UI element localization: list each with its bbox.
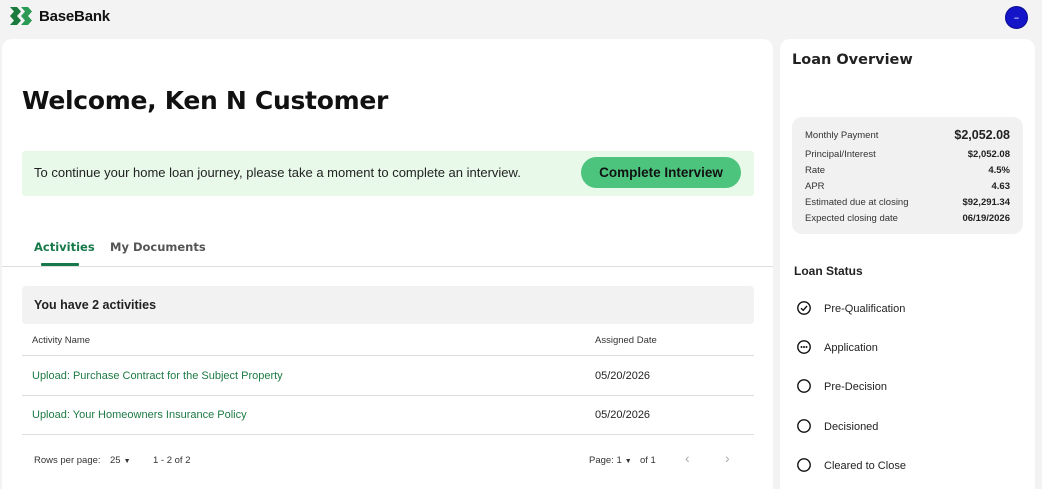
in-progress-circle-icon — [797, 340, 811, 354]
overview-value: $92,291.34 — [962, 197, 1010, 208]
brand-name: BaseBank — [39, 7, 110, 25]
overview-value: 06/19/2026 — [962, 213, 1010, 224]
status-step-decisioned: Decisioned — [796, 418, 996, 436]
table-row: Upload: Purchase Contract for the Subjec… — [22, 357, 754, 396]
loan-sidebar: Loan Overview Monthly Payment $2,052.08 … — [780, 39, 1035, 489]
basebank-logo-icon — [10, 7, 32, 25]
activities-count-title: You have 2 activities — [34, 298, 157, 312]
tab-bar: Activities My Documents — [2, 235, 773, 267]
check-circle-icon — [797, 301, 811, 315]
status-step-pre-decision: Pre-Decision — [796, 378, 996, 396]
pagination: Rows per page: 25 ▼ 1 - 2 of 2 Page: 1 ▼ o… — [22, 448, 754, 478]
column-header-activity-name[interactable]: Activity Name — [32, 335, 90, 346]
page-title: Welcome, Ken N Customer — [22, 86, 389, 115]
main-card: Welcome, Ken N Customer To continue your… — [2, 39, 773, 489]
overview-value: $2,052.08 — [967, 149, 1010, 160]
status-step-application: Application — [796, 339, 996, 357]
pagination-range: 1 - 2 of 2 — [153, 455, 191, 466]
chevron-left-icon[interactable]: ‹ — [685, 450, 690, 466]
status-step-label: Decisioned — [824, 421, 879, 433]
loan-overview-box: Monthly Payment $2,052.08 Principal/Inte… — [792, 117, 1023, 234]
overview-value: 4.5% — [988, 165, 1010, 176]
status-step-pre-qualification: Pre-Qualification — [796, 300, 996, 318]
activity-link[interactable]: Upload: Your Homeowners Insurance Policy — [32, 409, 247, 421]
overview-label: Monthly Payment — [805, 130, 879, 141]
page-select[interactable]: Page: 1 ▼ — [589, 455, 632, 466]
top-bar: BaseBank – — [0, 0, 1042, 36]
rows-per-page-value: 25 — [110, 455, 121, 466]
status-step-label: Pre-Qualification — [824, 303, 906, 315]
loan-overview-title: Loan Overview — [792, 52, 913, 68]
assigned-date: 05/20/2026 — [595, 370, 651, 382]
overview-value: 4.63 — [991, 181, 1011, 192]
empty-circle-icon — [797, 379, 811, 393]
banner-text: To continue your home loan journey, plea… — [34, 165, 521, 180]
empty-circle-icon — [797, 419, 811, 433]
column-header-assigned-date[interactable]: Assigned Date — [595, 335, 657, 346]
empty-circle-icon — [797, 458, 811, 472]
status-step-cleared-to-close: Cleared to Close — [796, 457, 996, 475]
overview-value: $2,052.08 — [954, 128, 1010, 142]
complete-interview-button[interactable]: Complete Interview — [581, 157, 741, 188]
tab-my-documents[interactable]: My Documents — [110, 240, 206, 254]
chevron-right-icon[interactable]: › — [725, 450, 730, 466]
overview-label: Estimated due at closing — [805, 197, 909, 208]
status-step-label: Cleared to Close — [824, 460, 906, 472]
status-step-label: Pre-Decision — [824, 381, 887, 393]
page-total: of 1 — [640, 455, 656, 466]
overview-label: APR — [805, 181, 825, 192]
brand-logo[interactable]: BaseBank — [10, 7, 110, 25]
rows-per-page-select[interactable]: 25 ▼ — [110, 455, 131, 466]
overview-label: Principal/Interest — [805, 149, 876, 160]
activity-link[interactable]: Upload: Purchase Contract for the Subjec… — [32, 370, 283, 382]
tab-activities[interactable]: Activities — [34, 240, 95, 254]
loan-status-title: Loan Status — [794, 264, 863, 278]
caret-down-icon: ▼ — [624, 458, 632, 465]
caret-down-icon: ▼ — [123, 458, 131, 465]
status-step-label: Application — [824, 342, 878, 354]
page-select-value: Page: 1 — [589, 455, 622, 466]
overview-label: Rate — [805, 165, 826, 176]
interview-banner: To continue your home loan journey, plea… — [22, 151, 754, 196]
overview-label: Expected closing date — [805, 213, 898, 224]
table-header: Activity Name Assigned Date — [22, 324, 754, 356]
activities-header: You have 2 activities — [22, 286, 754, 324]
assigned-date: 05/20/2026 — [595, 409, 651, 421]
rows-per-page-label: Rows per page: — [34, 455, 101, 466]
table-row: Upload: Your Homeowners Insurance Policy… — [22, 396, 754, 435]
active-tab-indicator — [41, 263, 79, 266]
user-avatar[interactable]: – — [1005, 6, 1028, 29]
